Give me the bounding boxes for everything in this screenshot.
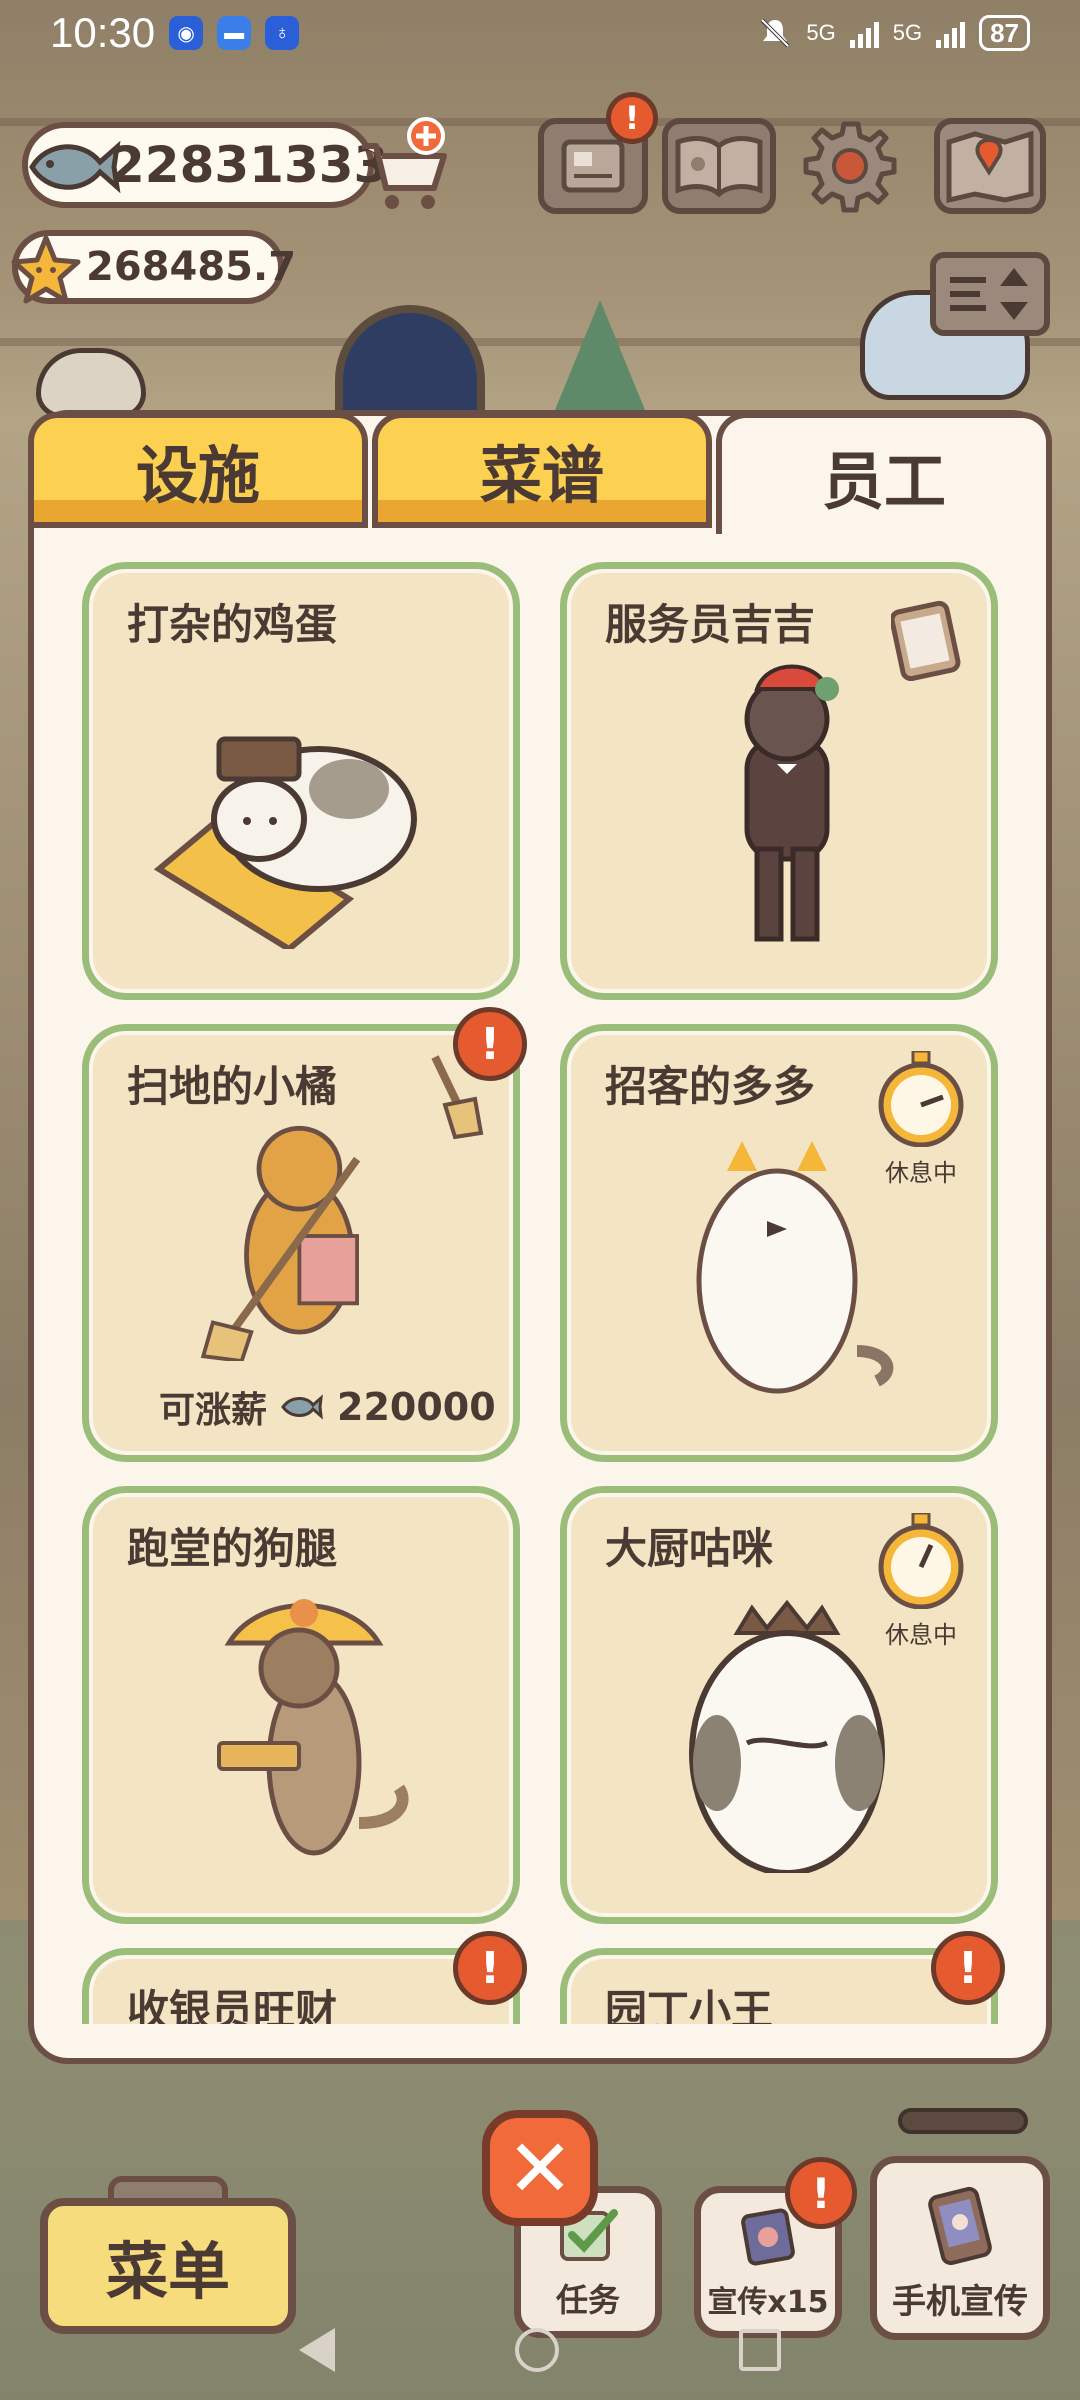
staff-name: 服务员吉吉 <box>605 601 816 648</box>
panel-tabs: 设施 菜谱 员工 <box>28 412 1052 534</box>
staff-alert-badge: ! <box>453 1931 527 2005</box>
network-type: 5G <box>806 20 836 45</box>
tab-label: 设施 <box>135 439 260 512</box>
status-time: 10:30 <box>50 9 156 56</box>
sweeping-cat-illustration <box>200 1125 361 1361</box>
book-icon <box>675 136 763 198</box>
raise-salary-row[interactable]: 可涨薪 220000 <box>159 1381 496 1433</box>
star-currency-display: 268485.7 <box>11 230 296 304</box>
staff-card[interactable]: 服务员吉吉 <box>560 562 998 1000</box>
staff-card[interactable]: 跑堂的狗腿 <box>82 1486 520 1924</box>
flyer-icon <box>741 2208 795 2266</box>
staff-list[interactable]: 打杂的鸡蛋 服务员吉吉 扫地的小橘 ! 可涨薪 220000 招客的多多 休息中… <box>34 532 1046 2024</box>
staff-name: 园丁小王 <box>605 1987 774 2024</box>
background-cat <box>36 348 146 418</box>
staff-name: 收银员旺财 <box>127 1987 338 2024</box>
tab-staff[interactable]: 员工 <box>716 412 1052 534</box>
staff-card[interactable]: 扫地的小橘 ! 可涨薪 220000 <box>82 1007 527 1462</box>
phone-icon <box>928 2186 992 2266</box>
staff-name: 大厨咕咪 <box>605 1525 774 1572</box>
menu-button-label: 菜单 <box>105 2235 230 2308</box>
progress-indicator <box>898 2108 1028 2134</box>
sort-toggle-button[interactable] <box>930 252 1050 336</box>
chef-cat-illustration <box>689 1599 885 1873</box>
fluffy-cat-illustration <box>696 1141 894 1394</box>
tab-label: 菜谱 <box>479 439 604 512</box>
notice-board-button[interactable]: ! <box>538 92 658 214</box>
notification-app-icon: ◉ <box>169 16 204 50</box>
status-bar: 10:30 ◉ ▬ ♁ 5G 5G 87 <box>0 0 1080 66</box>
staff-name: 扫地的小橘 <box>127 1063 338 1110</box>
staff-alert-badge: ! <box>931 1931 1005 2005</box>
promote-alert-badge: ! <box>785 2157 857 2229</box>
map-button[interactable] <box>934 118 1046 214</box>
staff-card[interactable]: 大厨咕咪 休息中 <box>560 1486 998 1924</box>
signal-icon <box>849 18 879 48</box>
tab-label: 员工 <box>821 445 946 518</box>
close-icon: ✕ <box>506 2121 574 2215</box>
fish-currency-display: 22831333 <box>22 122 388 208</box>
star-currency-value: 268485.7 <box>86 244 297 290</box>
status-indicators: 5G 5G 87 <box>758 15 1030 51</box>
sort-icon <box>950 268 1028 320</box>
message-app-icon: ▬ <box>217 16 252 50</box>
battery-level: 87 <box>990 17 1019 48</box>
star-icon <box>11 235 81 304</box>
notice-icon <box>561 139 625 193</box>
close-panel-button[interactable]: ✕ <box>482 2110 598 2226</box>
staff-card[interactable]: 收银员旺财 ! <box>82 1931 527 2024</box>
tab-facilities[interactable]: 设施 <box>28 412 368 528</box>
christmas-tree-decoration <box>555 300 645 410</box>
runner-cat-illustration <box>217 1599 409 1856</box>
gear-icon <box>803 121 897 213</box>
waiter-cat-illustration <box>744 664 839 942</box>
system-navigation-bar <box>0 2300 1080 2400</box>
staff-card[interactable]: 打杂的鸡蛋 <box>82 562 520 1000</box>
recent-apps-icon[interactable] <box>739 2329 781 2371</box>
bulb-app-icon: ♁ <box>265 16 300 50</box>
shop-cart-button[interactable] <box>356 116 452 216</box>
raise-label: 可涨薪 <box>159 1390 268 1431</box>
staff-card[interactable]: 园丁小王 ! <box>560 1931 1005 2024</box>
mute-icon <box>760 18 790 48</box>
cat-on-mat-illustration <box>153 736 417 949</box>
settings-button[interactable] <box>800 118 900 214</box>
back-icon[interactable] <box>299 2328 335 2372</box>
staff-name: 招客的多多 <box>605 1063 816 1110</box>
notice-alert-badge: ! <box>606 92 658 144</box>
signal-icon <box>936 18 966 48</box>
tab-recipes[interactable]: 菜谱 <box>372 412 712 528</box>
network-type-2: 5G <box>892 20 923 45</box>
raise-amount: 220000 <box>337 1385 496 1429</box>
recipe-book-button[interactable] <box>662 118 776 214</box>
home-icon[interactable] <box>515 2328 559 2372</box>
staff-name: 跑堂的狗腿 <box>127 1525 338 1572</box>
fish-currency-value: 22831333 <box>110 136 389 194</box>
staff-name: 打杂的鸡蛋 <box>127 601 338 648</box>
fish-icon <box>29 140 121 194</box>
fish-icon <box>281 1394 323 1420</box>
map-icon <box>946 130 1034 204</box>
staff-card[interactable]: 招客的多多 休息中 <box>560 1024 998 1462</box>
battery-indicator: 87 <box>979 15 1030 51</box>
